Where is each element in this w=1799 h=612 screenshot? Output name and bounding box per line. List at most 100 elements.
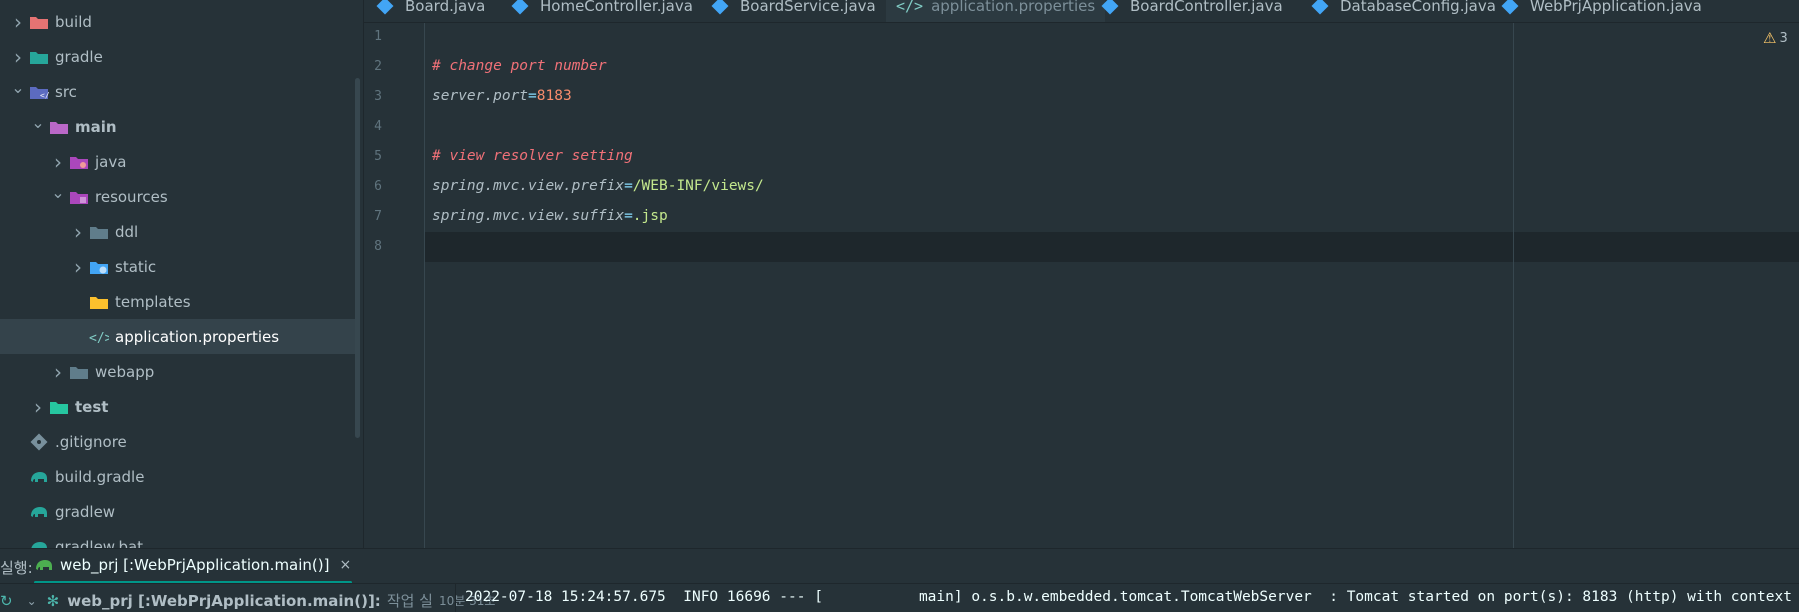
chevron-down-icon[interactable]: ⌄ <box>28 113 48 132</box>
tree-item-gradle[interactable]: › gradle <box>0 39 356 74</box>
chevron-right-icon[interactable]: › <box>48 150 68 174</box>
chevron-right-icon[interactable]: › <box>28 395 48 419</box>
tab-label: application.properties <box>931 0 1096 15</box>
java-class-icon <box>1101 0 1119 14</box>
chevron-right-icon[interactable]: › <box>8 10 28 34</box>
code-line[interactable]: server.port=8183 <box>432 88 572 104</box>
java-class-icon <box>1501 0 1519 14</box>
tab-board-java[interactable]: Board.java <box>376 0 486 22</box>
tree-item-gradlew[interactable]: gradlew <box>0 494 356 529</box>
chevron-down-icon[interactable]: ⌄ <box>48 183 68 202</box>
tree-item-label: .gitignore <box>55 432 127 451</box>
line-number: 1 <box>374 29 382 44</box>
tree-item-label: test <box>75 397 109 416</box>
console-divider[interactable] <box>455 584 456 612</box>
java-class-icon <box>511 0 529 14</box>
tree-item-gitignore[interactable]: .gitignore <box>0 424 356 459</box>
gradle-elephant-icon <box>34 557 54 573</box>
tree-item-build-gradle[interactable]: build.gradle <box>0 459 356 494</box>
property-key: spring.mvc.view.suffix <box>432 208 625 224</box>
tree-item-label: gradlew.bat <box>55 537 144 549</box>
property-key: server.port <box>432 88 529 104</box>
tree-item-src[interactable]: ⌄ </> src <box>0 74 356 109</box>
project-tree-scrollbar[interactable] <box>355 78 360 438</box>
tree-item-label: build <box>55 12 92 31</box>
warning-icon: ⚠ <box>1763 29 1777 47</box>
code-line[interactable]: spring.mvc.view.suffix=.jsp <box>432 208 668 224</box>
run-tab-label: web_prj [:WebPrjApplication.main()] <box>60 556 330 574</box>
folder-static-icon <box>88 258 110 276</box>
property-value: 8183 <box>536 88 572 104</box>
folder-icon <box>88 223 110 241</box>
chevron-right-icon[interactable]: › <box>48 360 68 384</box>
git-file-icon <box>28 433 50 451</box>
tree-item-templates[interactable]: templates <box>0 284 356 319</box>
tree-item-label: static <box>115 257 157 276</box>
properties-file-icon: </> <box>88 328 110 346</box>
java-class-icon <box>376 0 394 14</box>
tree-item-main[interactable]: ⌄ main <box>0 109 356 144</box>
line-number: 7 <box>374 209 382 224</box>
line-number: 6 <box>374 179 382 194</box>
chevron-right-icon[interactable]: › <box>68 255 88 279</box>
tree-item-build[interactable]: › build <box>0 4 356 39</box>
code-line[interactable]: # change port number <box>432 58 607 74</box>
tree-item-label: gradle <box>55 47 103 66</box>
line-number: 3 <box>374 89 382 104</box>
tree-item-webapp[interactable]: › webapp <box>0 354 356 389</box>
code-comment: # view resolver setting <box>432 148 633 164</box>
folder-main-icon <box>48 118 70 136</box>
java-class-icon <box>711 0 729 14</box>
properties-file-icon: </> <box>896 0 924 15</box>
tab-application-properties[interactable]: </> application.properties <box>886 0 1106 22</box>
tree-item-gradlew-bat[interactable]: gradlew.bat <box>0 529 356 548</box>
chevron-right-icon[interactable]: › <box>8 45 28 69</box>
tree-item-label: main <box>75 117 117 136</box>
close-icon[interactable]: × <box>339 557 351 573</box>
chevron-right-icon[interactable]: › <box>68 220 88 244</box>
tree-item-resources[interactable]: ⌄ resources <box>0 179 356 214</box>
right-margin-guide <box>1513 23 1514 548</box>
folder-test-icon <box>48 398 70 416</box>
code-line[interactable]: # view resolver setting <box>432 148 633 164</box>
tab-webprjapplication-java[interactable]: WebPrjApplication.java <box>1501 0 1702 22</box>
current-line-highlight <box>364 232 1799 262</box>
run-tool-window-header: 실행: web_prj [:WebPrjApplication.main()] … <box>0 548 1799 584</box>
run-label: 실행: <box>0 559 33 577</box>
tab-label: Board.java <box>405 0 486 15</box>
folder-gradle-icon <box>28 48 50 66</box>
tree-item-label: gradlew <box>55 502 116 521</box>
tree-item-label: build.gradle <box>55 467 145 486</box>
tree-item-test[interactable]: › test <box>0 389 356 424</box>
tab-label: DatabaseConfig.java <box>1340 0 1496 15</box>
code-comment: # change port number <box>432 58 607 74</box>
warning-count: 3 <box>1779 30 1788 46</box>
svg-text:</>: </> <box>40 91 49 100</box>
rerun-icon[interactable]: ↻ <box>0 592 13 610</box>
tree-item-java[interactable]: › java <box>0 144 356 179</box>
property-separator: = <box>624 208 633 224</box>
run-task-node[interactable]: ↻ ⌄ ✻ web_prj [:WebPrjApplication.main()… <box>0 590 495 611</box>
gradle-file-icon <box>28 503 50 521</box>
folder-java-icon <box>68 153 90 171</box>
chevron-down-icon[interactable]: ⌄ <box>8 78 28 97</box>
code-line[interactable]: spring.mvc.view.prefix=/WEB-INF/views/ <box>432 178 764 194</box>
tab-databaseconfig-java[interactable]: DatabaseConfig.java <box>1311 0 1496 22</box>
tree-item-label: resources <box>95 187 168 206</box>
tab-homecontroller-java[interactable]: HomeController.java <box>511 0 693 22</box>
line-number: 8 <box>374 239 382 254</box>
tree-item-label: src <box>55 82 77 101</box>
tab-boardcontroller-java[interactable]: BoardController.java <box>1101 0 1283 22</box>
run-config-tab[interactable]: web_prj [:WebPrjApplication.main()] × <box>34 549 351 581</box>
tree-item-application-properties[interactable]: </> application.properties <box>0 319 356 354</box>
tree-item-label: java <box>95 152 127 171</box>
tab-label: HomeController.java <box>540 0 693 15</box>
gradle-file-icon <box>28 468 50 486</box>
project-tree: › build › gradle ⌄ </> src ⌄ main › java ⌄ resources… <box>0 0 363 548</box>
tree-item-static[interactable]: › static <box>0 249 356 284</box>
tab-boardservice-java[interactable]: BoardService.java <box>711 0 876 22</box>
tree-item-label: ddl <box>115 222 139 241</box>
chevron-down-icon[interactable]: ⌄ <box>27 594 37 608</box>
tree-item-ddl[interactable]: › ddl <box>0 214 356 249</box>
inspection-widget[interactable]: ⚠ 3 <box>1763 29 1788 47</box>
